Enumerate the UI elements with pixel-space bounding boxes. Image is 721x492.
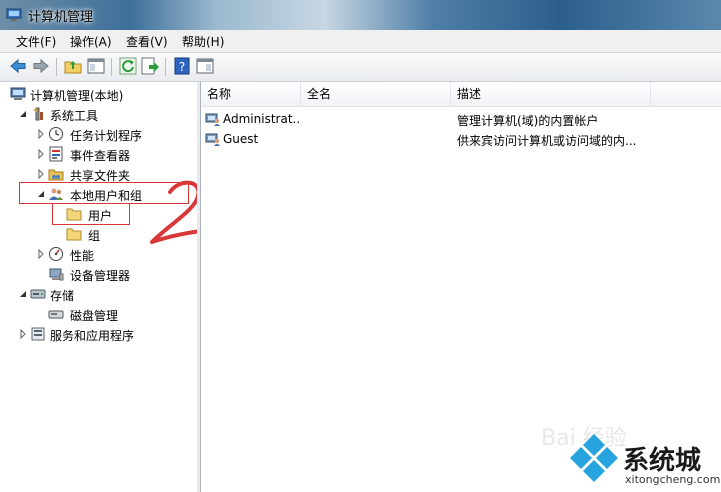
user-account-icon	[205, 133, 220, 146]
computer-management-icon	[6, 8, 22, 21]
folder-icon	[66, 208, 82, 221]
tree-node-task-scheduler[interactable]: 任务计划程序	[0, 125, 195, 143]
tree-node-system-tools[interactable]: 系统工具	[0, 105, 195, 123]
expanded-arrow-icon[interactable]	[18, 109, 28, 119]
back-arrow-icon[interactable]	[8, 56, 28, 76]
tree-node-users[interactable]: 用户	[0, 205, 195, 223]
computer-icon	[10, 87, 26, 100]
table-row[interactable]: Administrat... 管理计算机(域)的内置帐户	[201, 109, 721, 129]
tree-node-groups[interactable]: 组	[0, 225, 195, 243]
tools-icon	[33, 107, 43, 121]
cell-description: 管理计算机(域)的内置帐户	[457, 114, 599, 128]
cell-description: 供来宾访问计算机或访问域的内...	[457, 134, 637, 148]
tree-label: 磁盘管理	[70, 309, 119, 323]
cell-name: Guest	[223, 132, 259, 146]
menu-action[interactable]: 操作(A)	[68, 33, 114, 50]
tree-label: 计算机管理(本地)	[30, 89, 124, 103]
tree-node-services-apps[interactable]: 服务和应用程序	[0, 325, 195, 343]
storage-icon	[30, 289, 46, 299]
services-icon	[31, 327, 45, 341]
tree-label: 用户	[88, 209, 113, 223]
disk-icon	[48, 310, 64, 319]
show-action-pane-icon[interactable]	[195, 56, 215, 76]
gauge-icon	[49, 247, 63, 261]
tree-label: 存储	[50, 289, 75, 303]
toolbar-separator	[56, 58, 57, 76]
shared-folder-icon	[48, 169, 64, 181]
toolbar: ?	[0, 53, 721, 82]
device-manager-icon	[49, 268, 64, 281]
toolbar-separator	[165, 58, 166, 76]
refresh-icon[interactable]	[118, 56, 138, 76]
up-folder-icon[interactable]	[63, 56, 83, 76]
tree-label: 任务计划程序	[70, 129, 143, 143]
tree-node-root[interactable]: 计算机管理(本地)	[0, 85, 195, 103]
title-bar[interactable]: 计算机管理	[0, 0, 721, 30]
tree-node-shared-folders[interactable]: 共享文件夹	[0, 165, 195, 183]
clock-icon	[49, 127, 63, 141]
watermark-url: xitongcheng.com	[625, 473, 721, 486]
watermark-logo-icon	[570, 434, 618, 482]
collapsed-arrow-icon[interactable]	[18, 329, 28, 339]
results-list: 名称 全名 描述 Administrat... 管理计算机(域)的内置帐户 Gu…	[201, 82, 721, 492]
table-row[interactable]: Guest 供来宾访问计算机或访问域的内...	[201, 129, 721, 149]
tree-label: 共享文件夹	[70, 169, 131, 183]
tree-node-disk-management[interactable]: 磁盘管理	[0, 305, 195, 323]
collapsed-arrow-icon[interactable]	[36, 149, 46, 159]
menu-view[interactable]: 查看(V)	[124, 33, 170, 50]
cell-name: Administrat...	[223, 112, 301, 126]
collapsed-arrow-icon[interactable]	[36, 249, 46, 259]
help-icon[interactable]: ?	[172, 56, 192, 76]
tree-label: 服务和应用程序	[50, 329, 135, 343]
column-header-full-name[interactable]: 全名	[301, 82, 451, 106]
toolbar-separator	[111, 58, 112, 76]
tree-label: 系统工具	[50, 109, 99, 123]
tree-label: 设备管理器	[70, 269, 131, 283]
forward-arrow-icon[interactable]	[31, 56, 51, 76]
tree-node-performance[interactable]: 性能	[0, 245, 195, 263]
column-header-name[interactable]: 名称	[201, 82, 301, 106]
tree-label: 事件查看器	[70, 149, 131, 163]
menu-bar: 文件(F) 操作(A) 查看(V) 帮助(H)	[0, 30, 721, 53]
tree-node-storage[interactable]: 存储	[0, 285, 195, 303]
watermark-brand: 系统城	[623, 446, 702, 476]
svg-text:?: ?	[179, 60, 185, 74]
expanded-arrow-icon[interactable]	[36, 189, 46, 199]
expanded-arrow-icon[interactable]	[18, 289, 28, 299]
show-hide-tree-icon[interactable]	[86, 56, 106, 76]
computer-management-window: 计算机管理 文件(F) 操作(A) 查看(V) 帮助(H) ? 计算机管理(本地…	[0, 0, 721, 492]
tree-label: 组	[88, 229, 101, 243]
menu-help[interactable]: 帮助(H)	[180, 33, 226, 50]
watermark-faint-text: Bai 经验	[541, 426, 627, 451]
tree-node-device-manager[interactable]: 设备管理器	[0, 265, 195, 283]
tree-node-event-viewer[interactable]: 事件查看器	[0, 145, 195, 163]
collapsed-arrow-icon[interactable]	[36, 169, 46, 179]
menu-file[interactable]: 文件(F)	[14, 33, 58, 50]
column-header-description[interactable]: 描述	[451, 82, 651, 106]
window-title: 计算机管理	[28, 10, 94, 25]
collapsed-arrow-icon[interactable]	[36, 129, 46, 139]
tree-label: 本地用户和组	[70, 189, 143, 203]
tree-label: 性能	[70, 249, 95, 263]
column-header-row: 名称 全名 描述	[201, 82, 721, 107]
event-viewer-icon	[49, 146, 63, 162]
users-icon	[49, 188, 63, 200]
export-list-icon[interactable]	[140, 56, 160, 76]
folder-icon	[66, 228, 82, 241]
user-account-icon	[205, 113, 220, 126]
tree-node-local-users-groups[interactable]: 本地用户和组	[0, 185, 195, 203]
console-tree: 计算机管理(本地) 系统工具 任务计划程序 事件查看器 共享文件夹 本地用户和组…	[0, 82, 231, 492]
